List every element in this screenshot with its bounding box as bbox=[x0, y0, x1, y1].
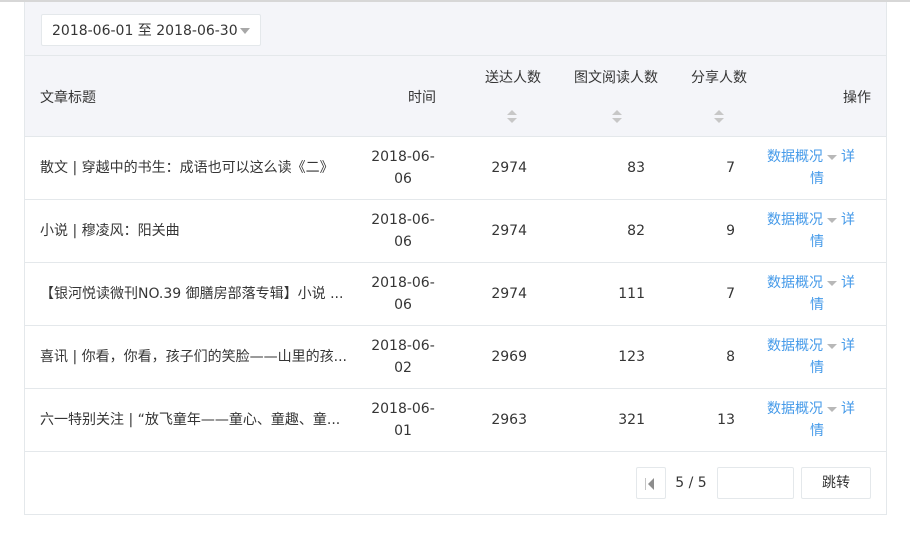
article-date-line2: 02 bbox=[394, 360, 412, 376]
header-delivered[interactable]: 送达人数 bbox=[485, 67, 541, 87]
row-actions: 数据概况 详 情 bbox=[767, 272, 879, 316]
article-title: 喜讯 | 你看，你看，孩子们的笑脸——山里的孩... bbox=[40, 349, 347, 365]
header-time: 时间 bbox=[408, 90, 436, 106]
data-overview-link[interactable]: 数据概况 bbox=[767, 212, 823, 228]
row-actions: 数据概况 详 情 bbox=[767, 335, 879, 379]
detail-link[interactable]: 详 bbox=[841, 401, 855, 417]
shares-count: 7 bbox=[726, 160, 735, 176]
chevron-down-icon[interactable] bbox=[827, 343, 837, 349]
article-date: 2018-06- 01 bbox=[365, 398, 441, 442]
chevron-down-icon[interactable] bbox=[827, 154, 837, 160]
chevron-down-icon bbox=[240, 28, 250, 34]
date-range-picker[interactable]: 2018-06-01 至 2018-06-30 bbox=[41, 14, 261, 46]
header-readers[interactable]: 图文阅读人数 bbox=[574, 67, 658, 87]
page-jump-input[interactable] bbox=[717, 467, 794, 499]
article-date-line2: 01 bbox=[394, 423, 412, 439]
jump-button[interactable]: 跳转 bbox=[801, 467, 871, 499]
table-row: 【银河悦读微刊NO.39 御膳房部落专辑】小说 ... 2018-06- 06 … bbox=[25, 263, 886, 326]
article-date-line1: 2018-06- bbox=[371, 149, 435, 165]
article-title: 【银河悦读微刊NO.39 御膳房部落专辑】小说 ... bbox=[40, 286, 344, 302]
article-title: 六一特别关注 | “放飞童年——童心、童趣、童... bbox=[40, 412, 341, 428]
chevron-down-icon[interactable] bbox=[827, 280, 837, 286]
article-date-line2: 06 bbox=[394, 234, 412, 250]
article-data-panel: 2018-06-01 至 2018-06-30 文章标题 时间 送达人数 图文阅… bbox=[24, 2, 887, 515]
detail-link[interactable]: 详 bbox=[841, 338, 855, 354]
table-header: 文章标题 时间 送达人数 图文阅读人数 分享人数 操作 bbox=[25, 55, 886, 137]
data-overview-link[interactable]: 数据概况 bbox=[767, 275, 823, 291]
chevron-down-icon[interactable] bbox=[827, 217, 837, 223]
header-shares[interactable]: 分享人数 bbox=[691, 67, 747, 87]
table-row: 小说 | 穆凌风：阳关曲 2018-06- 06 2974 82 9 数据概况 详… bbox=[25, 200, 886, 263]
article-date: 2018-06- 06 bbox=[365, 146, 441, 190]
readers-count: 321 bbox=[618, 412, 645, 428]
row-actions: 数据概况 详 情 bbox=[767, 146, 879, 190]
readers-count: 111 bbox=[618, 286, 645, 302]
shares-count: 9 bbox=[726, 223, 735, 239]
readers-count: 123 bbox=[618, 349, 645, 365]
row-actions: 数据概况 详 情 bbox=[767, 398, 879, 442]
detail-link-cont[interactable]: 情 bbox=[767, 294, 879, 316]
readers-count: 83 bbox=[627, 160, 645, 176]
article-title: 散文 | 穿越中的书生：成语也可以这么读《二》 bbox=[40, 160, 334, 176]
arrow-left-icon bbox=[648, 478, 654, 490]
header-title: 文章标题 bbox=[40, 90, 96, 106]
delivered-count: 2969 bbox=[491, 349, 527, 365]
data-overview-link[interactable]: 数据概况 bbox=[767, 401, 823, 417]
readers-count: 82 bbox=[627, 223, 645, 239]
date-range-value: 2018-06-01 至 2018-06-30 bbox=[52, 23, 238, 39]
sort-delivered-icon[interactable] bbox=[507, 110, 517, 124]
row-actions: 数据概况 详 情 bbox=[767, 209, 879, 253]
chevron-down-icon[interactable] bbox=[827, 406, 837, 412]
article-date-line2: 06 bbox=[394, 297, 412, 313]
data-overview-link[interactable]: 数据概况 bbox=[767, 149, 823, 165]
article-date-line1: 2018-06- bbox=[371, 401, 435, 417]
sort-shares-icon[interactable] bbox=[714, 110, 724, 124]
data-overview-link[interactable]: 数据概况 bbox=[767, 338, 823, 354]
delivered-count: 2974 bbox=[491, 286, 527, 302]
header-actions: 操作 bbox=[843, 90, 871, 106]
delivered-count: 2974 bbox=[491, 160, 527, 176]
sort-readers-icon[interactable] bbox=[612, 110, 622, 124]
article-date-line2: 06 bbox=[394, 171, 412, 187]
page-start-icon bbox=[645, 478, 646, 490]
page-indicator: 5 / 5 bbox=[675, 475, 707, 491]
article-date: 2018-06- 02 bbox=[365, 335, 441, 379]
article-date-line1: 2018-06- bbox=[371, 338, 435, 354]
detail-link-cont[interactable]: 情 bbox=[767, 231, 879, 253]
detail-link-cont[interactable]: 情 bbox=[767, 357, 879, 379]
detail-link[interactable]: 详 bbox=[841, 212, 855, 228]
article-date-line1: 2018-06- bbox=[371, 212, 435, 228]
table-row: 喜讯 | 你看，你看，孩子们的笑脸——山里的孩... 2018-06- 02 2… bbox=[25, 326, 886, 389]
detail-link[interactable]: 详 bbox=[841, 275, 855, 291]
table-row: 散文 | 穿越中的书生：成语也可以这么读《二》 2018-06- 06 2974… bbox=[25, 137, 886, 200]
prev-page-button[interactable] bbox=[636, 467, 666, 499]
table-row: 六一特别关注 | “放飞童年——童心、童趣、童... 2018-06- 01 2… bbox=[25, 389, 886, 452]
filter-bar: 2018-06-01 至 2018-06-30 bbox=[25, 2, 886, 55]
article-date: 2018-06- 06 bbox=[365, 209, 441, 253]
article-date: 2018-06- 06 bbox=[365, 272, 441, 316]
shares-count: 13 bbox=[717, 412, 735, 428]
shares-count: 7 bbox=[726, 286, 735, 302]
detail-link[interactable]: 详 bbox=[841, 149, 855, 165]
shares-count: 8 bbox=[726, 349, 735, 365]
delivered-count: 2974 bbox=[491, 223, 527, 239]
article-date-line1: 2018-06- bbox=[371, 275, 435, 291]
detail-link-cont[interactable]: 情 bbox=[767, 168, 879, 190]
article-title: 小说 | 穆凌风：阳关曲 bbox=[40, 223, 180, 239]
delivered-count: 2963 bbox=[491, 412, 527, 428]
detail-link-cont[interactable]: 情 bbox=[767, 420, 879, 442]
